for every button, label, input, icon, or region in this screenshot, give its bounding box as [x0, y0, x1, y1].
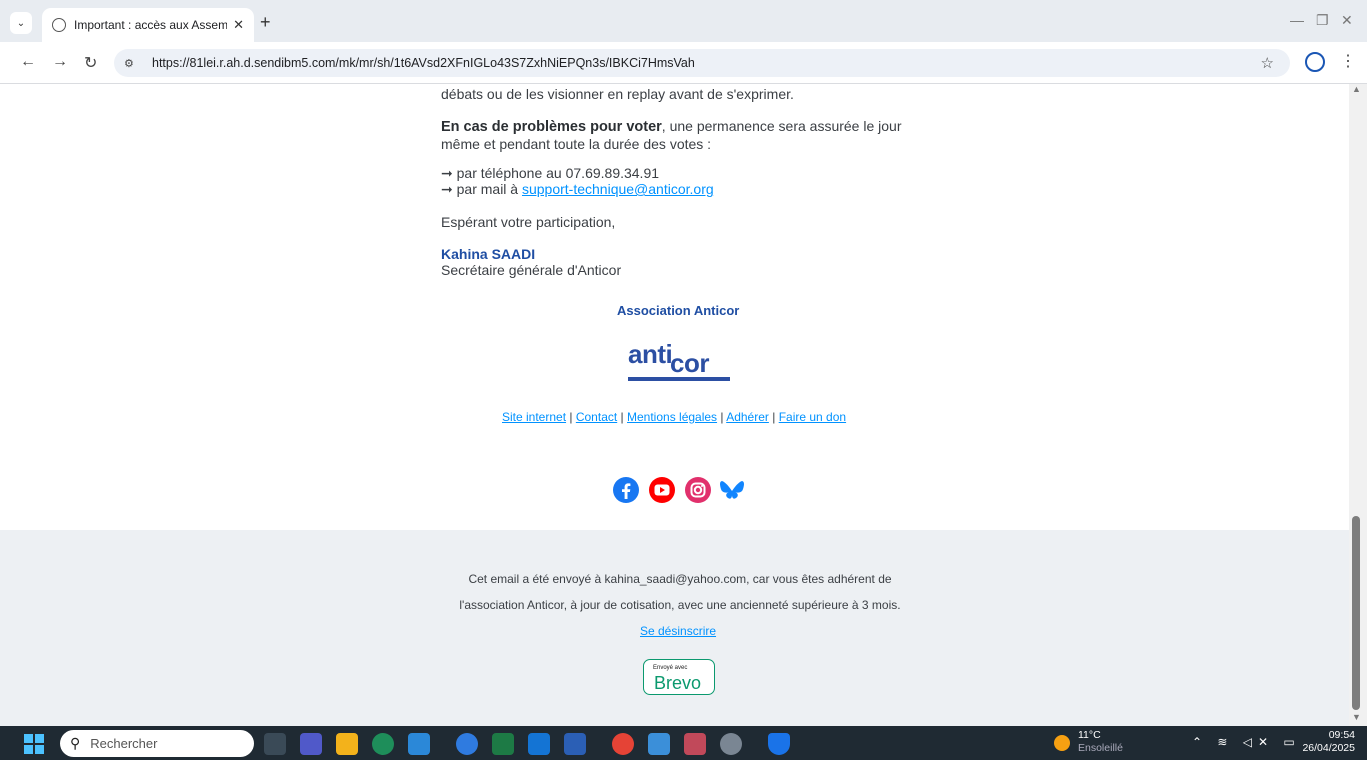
address-bar[interactable]: ⚙ https://81lei.r.ah.d.sendibm5.com/mk/m… [114, 49, 1290, 77]
link-faire-un-don[interactable]: Faire un don [779, 410, 846, 424]
teams-icon[interactable] [300, 733, 322, 755]
close-tab-icon[interactable]: ✕ [233, 17, 244, 33]
reload-button[interactable]: ↻ [84, 53, 97, 73]
scroll-up-arrow-icon[interactable]: ▲ [1352, 84, 1361, 94]
taskbar-clock[interactable]: 09:54 26/04/2025 [1302, 729, 1355, 755]
unsubscribe-link[interactable]: Se désinscrire [640, 624, 716, 638]
menu-kebab-icon[interactable]: ⋮ [1340, 51, 1356, 71]
edge-icon[interactable] [372, 733, 394, 755]
mail-line: ➞ par mail à support-technique@anticor.o… [441, 181, 714, 198]
site-info-icon[interactable]: ⚙ [124, 57, 144, 70]
profile-icon[interactable] [1305, 52, 1325, 72]
help-icon[interactable] [456, 733, 478, 755]
closing-text: Espérant votre participation, [441, 214, 616, 230]
settings-icon[interactable] [720, 733, 742, 755]
taskbar-search-placeholder: Rechercher [90, 736, 158, 751]
bookmark-star-icon[interactable]: ☆ [1261, 54, 1274, 72]
clock-date: 26/04/2025 [1302, 742, 1355, 754]
page-viewport: débats ou de les visionner en replay ava… [0, 84, 1349, 726]
facebook-icon[interactable] [612, 476, 640, 504]
scrollbar-thumb[interactable] [1352, 516, 1360, 710]
signer-title: Secrétaire générale d'Anticor [441, 262, 622, 279]
weather-desc: Ensoleillé [1078, 742, 1123, 754]
link-site-internet[interactable]: Site internet [502, 410, 566, 424]
windows-taskbar: ⚲ Rechercher 11°C Ensoleillé ⌃ ≋ ◁✕ ▭ 09… [0, 726, 1367, 760]
taskbar-search[interactable]: ⚲ Rechercher [60, 730, 254, 757]
logo-cor: cor [670, 348, 709, 378]
task-view-icon[interactable] [264, 733, 286, 755]
phone-line: ➞ par téléphone au 07.69.89.34.91 [441, 165, 660, 181]
logo-underline [628, 377, 730, 381]
photos-icon[interactable] [648, 733, 670, 755]
sun-icon[interactable] [1054, 735, 1070, 751]
paragraph-problems: En cas de problèmes pour voter, une perm… [441, 118, 921, 152]
clock-time: 09:54 [1328, 729, 1355, 741]
windows-start-icon[interactable] [24, 734, 44, 754]
link-adherer[interactable]: Adhérer [726, 410, 769, 424]
security-shield-icon[interactable] [768, 733, 790, 755]
file-explorer-icon[interactable] [336, 733, 358, 755]
back-button[interactable]: ← [20, 53, 36, 71]
paragraph-replay: débats ou de les visionner en replay ava… [441, 86, 794, 102]
problems-heading: En cas de problèmes pour voter [441, 119, 662, 135]
link-contact[interactable]: Contact [576, 410, 617, 424]
active-tab[interactable]: Important : accès aux Assemblé ✕ [42, 8, 254, 42]
close-window-icon[interactable]: ✕ [1341, 12, 1353, 29]
minimize-icon[interactable]: — [1290, 12, 1304, 28]
footer-line-1: Cet email a été envoyé à kahina_saadi@ya… [468, 572, 892, 586]
myapps-icon[interactable] [408, 733, 430, 755]
link-mentions-legales[interactable]: Mentions légales [627, 410, 717, 424]
footer-links: Site internet | Contact | Mentions légal… [502, 410, 847, 424]
footer-line-2: l'association Anticor, à jour de cotisat… [459, 598, 901, 612]
signer-name: Kahina SAADI [441, 246, 536, 262]
weather-temp: 11°C [1078, 729, 1101, 741]
tab-title: Important : accès aux Assemblé [74, 18, 228, 32]
word-icon[interactable] [564, 733, 586, 755]
restore-icon[interactable]: ❐ [1316, 12, 1329, 29]
excel-icon[interactable] [492, 733, 514, 755]
page-scrollbar[interactable]: ▲ ▼ [1349, 84, 1367, 726]
email-footer: Cet email a été envoyé à kahina_saadi@ya… [0, 530, 1349, 726]
support-email-link[interactable]: support-technique@anticor.org [522, 181, 714, 197]
anticor-logo[interactable]: anti cor [628, 339, 732, 381]
brevo-logo-text: Brevo [654, 673, 702, 693]
outlook-icon[interactable] [528, 733, 550, 755]
tab-search-button[interactable]: ⌄ [10, 12, 32, 34]
instagram-icon[interactable] [684, 476, 712, 504]
brevo-small-text: Envoyé avec [653, 665, 688, 671]
browser-chrome: ⌄ Important : accès aux Assemblé ✕ + — ❐… [0, 0, 1367, 84]
globe-icon [52, 18, 66, 32]
browser-toolbar: ← → ↻ ⚙ https://81lei.r.ah.d.sendibm5.co… [0, 42, 1367, 84]
bluesky-icon[interactable] [718, 476, 746, 504]
new-tab-button[interactable]: + [260, 12, 271, 33]
youtube-icon[interactable] [648, 476, 676, 504]
brevo-badge[interactable]: Envoyé avec Brevo [643, 659, 715, 695]
signature: Kahina SAADI Secrétaire générale d'Antic… [441, 246, 621, 278]
search-icon: ⚲ [70, 735, 81, 751]
forward-button[interactable]: → [52, 53, 68, 71]
weather-widget[interactable]: 11°C Ensoleillé [1078, 729, 1123, 755]
scroll-down-arrow-icon[interactable]: ▼ [1352, 712, 1361, 722]
chrome-icon[interactable] [612, 733, 634, 755]
association-name: Association Anticor [617, 303, 740, 318]
tab-bar: ⌄ Important : accès aux Assemblé ✕ + — ❐… [0, 0, 1367, 42]
app-d-icon[interactable] [684, 733, 706, 755]
url-text: https://81lei.r.ah.d.sendibm5.com/mk/mr/… [152, 56, 695, 70]
system-tray-icons[interactable]: ⌃ ≋ ◁✕ ▭ [1192, 735, 1301, 749]
logo-anti: anti [628, 339, 673, 369]
contact-list: ➞ par téléphone au 07.69.89.34.91 ➞ par … [441, 165, 714, 197]
footer-notice: Cet email a été envoyé à kahina_saadi@ya… [0, 566, 1349, 618]
